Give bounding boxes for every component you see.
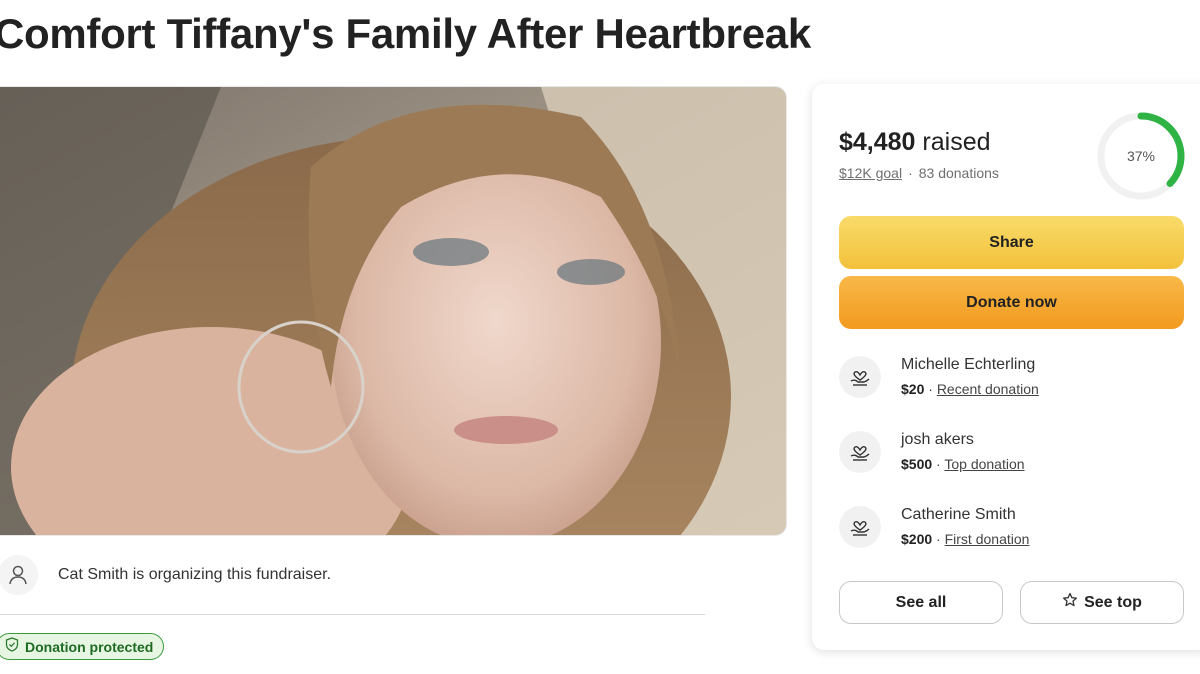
- heart-hand-icon: [839, 356, 881, 398]
- donor-detail: $200 · First donation: [901, 531, 1029, 547]
- heart-hand-icon: [839, 431, 881, 473]
- amount-raised: $4,480 raised: [839, 128, 991, 157]
- donation-item: josh akers $500 · Top donation: [839, 427, 1184, 479]
- donation-tag-link[interactable]: Recent donation: [937, 381, 1039, 397]
- donor-name: josh akers: [901, 431, 974, 448]
- donation-item: Catherine Smith $200 · First donation: [839, 502, 1184, 554]
- detail-separator: ·: [932, 531, 945, 547]
- organizer-row: Cat Smith is organizing this fundraiser.: [0, 553, 705, 615]
- detail-separator: ·: [932, 456, 945, 472]
- photo-illustration: [0, 87, 786, 535]
- progress-ring: 37%: [1095, 110, 1187, 202]
- donor-name: Michelle Echterling: [901, 356, 1036, 373]
- donation-amount: $500: [901, 456, 933, 472]
- donate-now-button[interactable]: Donate now: [839, 276, 1184, 329]
- see-all-button[interactable]: See all: [839, 581, 1003, 624]
- campaign-photo[interactable]: [0, 86, 787, 536]
- progress-percent: 37%: [1126, 148, 1156, 164]
- donation-amount: $20: [901, 381, 925, 397]
- see-top-button[interactable]: See top: [1020, 581, 1184, 624]
- donor-name: Catherine Smith: [901, 506, 1016, 523]
- detail-separator: ·: [924, 381, 937, 397]
- donation-protected-badge[interactable]: Donation protected: [0, 633, 165, 660]
- donation-item: Michelle Echterling $20 · Recent donatio…: [839, 352, 1184, 404]
- page-title: Comfort Tiffany's Family After Heartbrea…: [0, 10, 811, 57]
- donor-detail: $500 · Top donation: [901, 456, 1025, 472]
- donation-card: $4,480 raised $12K goal · 83 donations 37%…: [812, 84, 1200, 650]
- donation-count: 83 donations: [918, 165, 999, 181]
- heart-hand-icon: [839, 506, 881, 548]
- see-top-label: See top: [1084, 593, 1142, 611]
- shield-check-icon: [5, 636, 19, 657]
- see-all-label: See all: [895, 593, 947, 611]
- badge-label: Donation protected: [25, 638, 154, 655]
- donation-tag-link[interactable]: Top donation: [944, 456, 1024, 472]
- goal-link[interactable]: $12K goal: [839, 165, 902, 181]
- meta-separator: ·: [908, 165, 913, 181]
- donor-detail: $20 · Recent donation: [901, 381, 1039, 397]
- star-icon: [1062, 592, 1078, 613]
- organizer-text: Cat Smith is organizing this fundraiser.: [58, 566, 332, 583]
- raised-amount: $4,480: [839, 128, 916, 156]
- share-button[interactable]: Share: [839, 216, 1184, 269]
- donation-tag-link[interactable]: First donation: [945, 531, 1030, 547]
- user-icon: [0, 555, 38, 595]
- donation-amount: $200: [901, 531, 933, 547]
- goal-meta: $12K goal · 83 donations: [839, 165, 999, 181]
- raised-suffix: raised: [915, 128, 991, 156]
